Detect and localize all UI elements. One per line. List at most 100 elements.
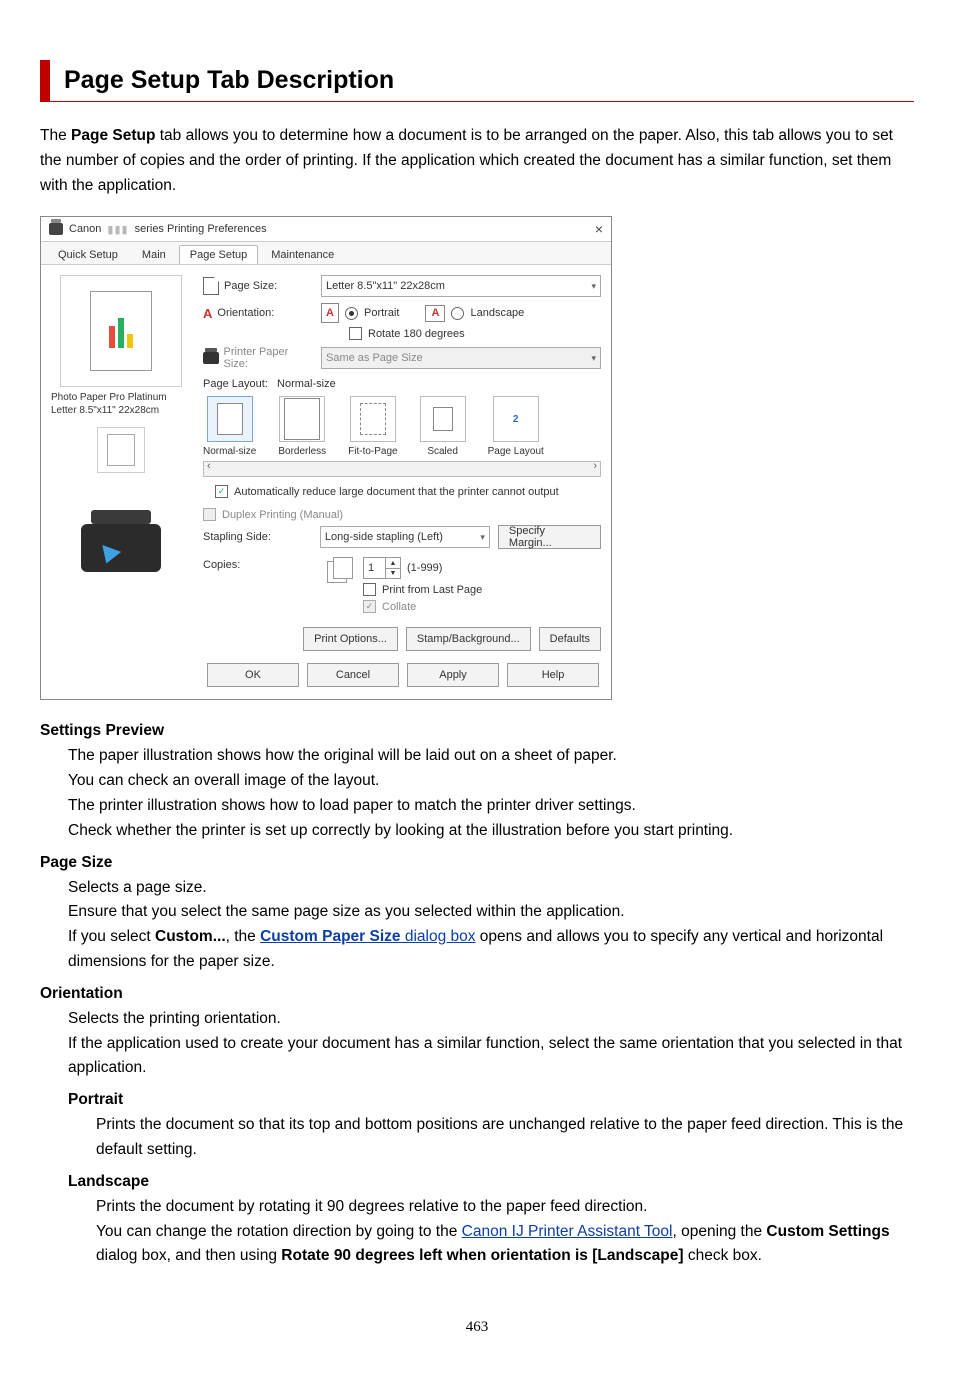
layout-result-preview [97,427,145,473]
body-portrait: Prints the document so that its top and … [96,1113,914,1163]
duplex-checkbox [203,508,216,521]
dialog-titlebar: Canon ▮▮▮ series Printing Preferences × [41,217,611,242]
term-portrait: Portrait [68,1091,914,1109]
copies-value: 1 [364,558,385,578]
auto-reduce-checkbox[interactable] [215,485,228,498]
dialog-title-model: ▮▮▮ [107,223,128,236]
auto-reduce-label: Automatically reduce large document that… [234,486,559,498]
copies-label: Copies: [203,559,240,571]
orientation-icon: A [203,306,212,321]
layout-borderless-label: Borderless [278,446,326,457]
cancel-button[interactable]: Cancel [307,663,399,687]
orientation-l1: Selects the printing orientation. [68,1010,281,1027]
page-heading-bar: Page Setup Tab Description [40,60,914,102]
layout-scrollbar[interactable] [203,461,601,477]
landscape-l2a: You can change the rotation direction by… [96,1223,462,1240]
dialog-footer: OK Cancel Apply Help [41,655,611,699]
portrait-radio[interactable] [345,307,358,320]
landscape-l2c: dialog box, and then using [96,1247,281,1264]
preview-media-label: Photo Paper Pro Platinum Letter 8.5"x11"… [51,391,191,417]
intro-rest: tab allows you to determine how a docume… [40,127,893,194]
layout-normal-option[interactable] [207,396,253,442]
page-icon [203,277,219,295]
close-icon[interactable]: × [595,221,603,237]
landscape-label: Landscape [470,307,524,319]
landscape-l1: Prints the document by rotating it 90 de… [96,1198,647,1215]
spinner-down-icon[interactable]: ▼ [386,569,400,579]
tab-page-setup[interactable]: Page Setup [179,245,259,264]
page-size-value: Letter 8.5"x11" 22x28cm [326,280,445,292]
term-settings-preview: Settings Preview [40,722,914,740]
duplex-label: Duplex Printing (Manual) [222,509,343,521]
printer-assistant-link[interactable]: Canon IJ Printer Assistant Tool [462,1223,673,1240]
ok-button[interactable]: OK [207,663,299,687]
printer-icon [49,223,63,235]
specify-margin-button[interactable]: Specify Margin... [498,525,601,549]
printer-preview [61,503,181,593]
rotate-180-label: Rotate 180 degrees [368,328,465,340]
apply-button[interactable]: Apply [407,663,499,687]
intro-prefix: The [40,127,71,144]
chevron-down-icon: ▾ [480,532,485,543]
stapling-side-value: Long-side stapling (Left) [325,531,443,543]
dialog-title-suffix: series Printing Preferences [135,223,267,235]
layout-scaled-label: Scaled [427,446,458,457]
landscape-l2d: check box. [684,1247,762,1264]
tab-main[interactable]: Main [131,245,177,264]
layout-fit-label: Fit-to-Page [348,446,397,457]
printer-tiny-icon [203,352,219,364]
settings-preview-l2: You can check an overall image of the la… [68,772,379,789]
stapling-side-dropdown[interactable]: Long-side stapling (Left) ▾ [320,526,490,548]
portrait-l1: Prints the document so that its top and … [96,1116,903,1158]
layout-scaled-option[interactable] [420,396,466,442]
copies-spinner[interactable]: 1 ▲▼ [363,557,401,579]
printer-paper-size-dropdown: Same as Page Size▾ [321,347,601,369]
page-number: 463 [40,1319,914,1336]
body-landscape: Prints the document by rotating it 90 de… [96,1195,914,1269]
layout-normal-label: Normal-size [203,446,256,457]
page-size-l3a: If you select [68,928,155,945]
landscape-bold2: Rotate 90 degrees left when orientation … [281,1247,683,1264]
preview-media-line2: Letter 8.5"x11" 22x28cm [51,405,159,416]
collate-checkbox [363,600,376,613]
dialog-screenshot: Canon ▮▮▮ series Printing Preferences × … [40,216,612,700]
tab-quick-setup[interactable]: Quick Setup [47,245,129,264]
help-button[interactable]: Help [507,663,599,687]
page-size-l1: Selects a page size. [68,879,207,896]
tab-maintenance[interactable]: Maintenance [260,245,345,264]
printer-paper-size-label: Printer Paper Size: [224,346,313,370]
orientation-l2: If the application used to create your d… [68,1035,902,1077]
body-settings-preview: The paper illustration shows how the ori… [68,744,914,843]
number-2-icon: 2 [513,414,519,425]
landscape-radio[interactable] [451,307,464,320]
page-size-dropdown[interactable]: Letter 8.5"x11" 22x28cm ▾ [321,275,601,297]
chevron-down-icon: ▾ [591,281,596,292]
layout-fit-option[interactable] [350,396,396,442]
stamp-background-button[interactable]: Stamp/Background... [406,627,531,651]
print-last-page-checkbox[interactable] [363,583,376,596]
paper-preview [60,275,182,387]
page-size-l2: Ensure that you select the same page siz… [68,903,625,920]
layout-pagelayout-label: Page Layout [488,446,544,457]
page-layout-options: Normal-size Borderless Fit-to-Page Scale… [203,396,601,457]
print-options-button[interactable]: Print Options... [303,627,398,651]
defaults-button[interactable]: Defaults [539,627,601,651]
body-page-size: Selects a page size. Ensure that you sel… [68,876,914,975]
page-layout-label: Page Layout: [203,378,268,390]
intro-paragraph: The Page Setup tab allows you to determi… [40,124,914,198]
spinner-up-icon[interactable]: ▲ [386,558,400,569]
collate-label: Collate [382,601,416,613]
body-orientation: Selects the printing orientation. If the… [68,1007,914,1081]
portrait-thumb-icon: A [321,303,339,323]
chevron-down-icon: ▾ [591,353,596,364]
rotate-180-checkbox[interactable] [349,327,362,340]
layout-pagelayout-option[interactable]: 2 [493,396,539,442]
print-last-page-label: Print from Last Page [382,584,482,596]
term-orientation: Orientation [40,985,914,1003]
tab-strip: Quick Setup Main Page Setup Maintenance [41,242,611,264]
term-page-size: Page Size [40,854,914,872]
page-size-label: Page Size: [224,280,277,292]
copies-icon [327,557,355,583]
custom-paper-size-link[interactable]: Custom Paper Size dialog box [260,928,475,945]
layout-borderless-option[interactable] [279,396,325,442]
